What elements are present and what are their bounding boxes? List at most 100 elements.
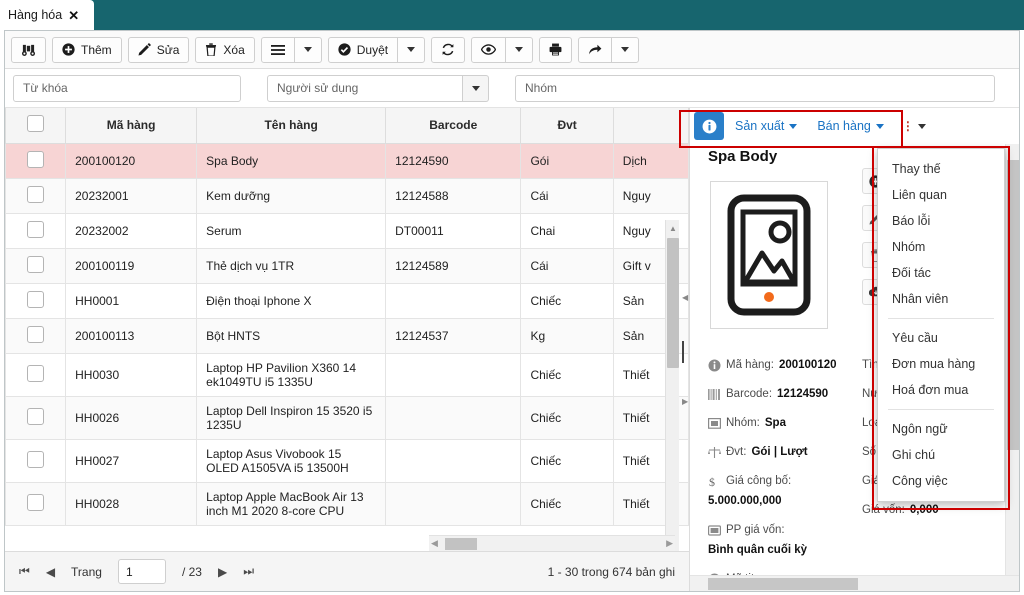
row-checkbox-cell[interactable] xyxy=(5,439,67,483)
splitter-left-arrow[interactable]: ◀ xyxy=(682,293,688,302)
grid-horizontal-scrollbar[interactable]: ◀ ▶ xyxy=(429,535,675,551)
table-row[interactable]: 200100113 Bột HNTS 12124537 Kg Sản xyxy=(5,318,689,354)
row-checkbox[interactable] xyxy=(27,255,45,273)
row-checkbox-cell[interactable] xyxy=(5,353,67,397)
row-checkbox[interactable] xyxy=(27,450,45,468)
product-image-placeholder[interactable] xyxy=(710,181,828,329)
header-loai[interactable] xyxy=(612,108,689,144)
row-checkbox[interactable] xyxy=(27,185,45,203)
user-select-input[interactable]: Người sử dụng xyxy=(267,74,463,102)
last-page-icon[interactable]: ⏭ xyxy=(243,564,254,579)
row-checkbox-cell[interactable] xyxy=(5,143,67,179)
select-all-checkbox[interactable] xyxy=(27,115,45,133)
record-summary: 1 - 30 trong 674 bản ghi xyxy=(547,564,675,579)
page-number-input[interactable]: 1 xyxy=(117,559,166,584)
menu-item[interactable]: Công việc xyxy=(878,468,1004,494)
table-row[interactable]: 20232001 Kem dưỡng 12124588 Cái Nguy xyxy=(5,178,689,214)
info-button[interactable] xyxy=(694,112,724,140)
add-button[interactable]: Thêm xyxy=(52,36,122,63)
scroll-up-icon[interactable]: ▲ xyxy=(666,220,680,236)
share-dropdown-button[interactable] xyxy=(611,36,640,63)
splitter-handle[interactable] xyxy=(682,341,684,363)
row-checkbox[interactable] xyxy=(27,150,45,168)
approve-dropdown-button[interactable] xyxy=(397,36,426,63)
hscroll-left-icon[interactable]: ◀ xyxy=(431,538,438,549)
menu-item[interactable]: Đơn mua hàng xyxy=(878,351,1004,377)
hscroll-right-icon[interactable]: ▶ xyxy=(666,538,673,549)
edit-button[interactable]: Sửa xyxy=(127,36,190,63)
search-button[interactable] xyxy=(11,36,46,63)
header-barcode[interactable]: Barcode xyxy=(385,108,522,144)
row-checkbox-cell[interactable] xyxy=(5,283,67,319)
share-button[interactable] xyxy=(578,36,613,63)
next-page-icon[interactable]: ▶ xyxy=(218,565,227,579)
row-checkbox-cell[interactable] xyxy=(5,318,67,354)
splitter-right-arrow[interactable]: ▶ xyxy=(682,397,688,406)
table-row[interactable]: HH0001 Điện thoại Iphone X Chiếc Sản xyxy=(5,283,689,319)
menu-item[interactable]: Đối tác xyxy=(878,260,1004,286)
table-row[interactable]: HH0028 Laptop Apple MacBook Air 13 inch M… xyxy=(5,482,689,526)
row-checkbox-cell[interactable] xyxy=(5,396,67,440)
hamburger-dropdown-button[interactable] xyxy=(293,36,322,63)
detail-vscroll-thumb[interactable] xyxy=(1007,160,1019,450)
row-checkbox[interactable] xyxy=(27,364,45,382)
refresh-button[interactable] xyxy=(431,36,466,63)
header-ten-hang[interactable]: Tên hàng xyxy=(196,108,387,144)
close-icon[interactable]: ✕ xyxy=(68,9,79,22)
tab-hang-hoa[interactable]: Hàng hóa ✕ xyxy=(0,0,94,30)
delete-button[interactable]: Xóa xyxy=(195,36,255,63)
grid-vscroll-thumb[interactable] xyxy=(667,238,679,368)
approve-button[interactable]: Duyệt xyxy=(327,36,399,63)
menu-item[interactable]: Liên quan xyxy=(878,182,1004,208)
group-input[interactable]: Nhóm xyxy=(515,74,995,102)
row-checkbox-cell[interactable] xyxy=(5,178,67,214)
header-ma-hang[interactable]: Mã hàng xyxy=(65,108,198,144)
grid-hscroll-thumb[interactable] xyxy=(445,538,477,550)
row-checkbox-cell[interactable] xyxy=(5,213,67,249)
kebab-menu-button[interactable]: ⋮ xyxy=(895,114,933,138)
detail-hscroll-thumb[interactable] xyxy=(708,578,858,590)
search-input[interactable]: Từ khóa xyxy=(13,74,241,102)
grid-vertical-scrollbar[interactable]: ▲ ▼ xyxy=(665,220,679,551)
row-checkbox[interactable] xyxy=(27,220,45,238)
row-checkbox[interactable] xyxy=(27,493,45,511)
row-checkbox[interactable] xyxy=(27,325,45,343)
detail-field-label: Mã hàng: xyxy=(726,359,774,371)
table-row[interactable]: 20232002 Serum DT00011 Chai Nguy xyxy=(5,213,689,249)
detail-field-row: PP giá vốn: Bình quân cuối kỳ xyxy=(708,523,858,558)
menu-item[interactable]: Ngôn ngữ xyxy=(878,416,1004,442)
menu-item[interactable]: Nhân viên xyxy=(878,286,1004,312)
row-checkbox-cell[interactable] xyxy=(5,482,67,526)
menu-item[interactable]: Ghi chú xyxy=(878,442,1004,468)
header-dvt[interactable]: Đvt xyxy=(520,108,614,144)
detail-vertical-scrollbar[interactable] xyxy=(1005,144,1019,575)
panel-splitter[interactable]: ◀ ▶ xyxy=(681,293,689,443)
products-grid: Mã hàng Tên hàng Barcode Đvt 200100120 Sp… xyxy=(5,108,689,551)
menu-group-3: Ngôn ngữ Ghi chú Công việc xyxy=(878,416,1004,494)
group-icon xyxy=(708,417,721,430)
row-checkbox[interactable] xyxy=(27,290,45,308)
menu-item[interactable]: Hoá đơn mua xyxy=(878,377,1004,403)
menu-item[interactable]: Yêu cầu xyxy=(878,325,1004,351)
menu-item[interactable]: Nhóm xyxy=(878,234,1004,260)
menu-item[interactable]: Báo lỗi xyxy=(878,208,1004,234)
hamburger-menu-button[interactable] xyxy=(260,36,295,63)
first-page-icon[interactable]: ⏮ xyxy=(19,564,30,579)
table-row[interactable]: HH0026 Laptop Dell Inspiron 15 3520 i5 12… xyxy=(5,396,689,440)
print-button[interactable] xyxy=(539,36,573,63)
table-row[interactable]: HH0030 Laptop HP Pavilion X360 14 ek1049T… xyxy=(5,353,689,397)
row-checkbox-cell[interactable] xyxy=(5,248,67,284)
tab-ban-hang[interactable]: Bán hàng xyxy=(808,119,893,133)
detail-horizontal-scrollbar[interactable] xyxy=(690,575,1019,591)
view-button[interactable] xyxy=(471,36,507,63)
tab-san-xuat[interactable]: Sản xuất xyxy=(726,119,806,133)
view-dropdown-button[interactable] xyxy=(505,36,534,63)
table-row[interactable]: HH0027 Laptop Asus Vivobook 15 OLED A1505… xyxy=(5,439,689,483)
prev-page-icon[interactable]: ◀ xyxy=(46,565,55,579)
user-select-dropdown-button[interactable] xyxy=(463,74,489,102)
menu-item[interactable]: Thay thế xyxy=(878,156,1004,182)
table-row[interactable]: 200100120 Spa Body 12124590 Gói Dịch xyxy=(5,143,689,179)
row-checkbox[interactable] xyxy=(27,407,45,425)
table-row[interactable]: 200100119 Thẻ dịch vụ 1TR 12124589 Cái Gift … xyxy=(5,248,689,284)
header-select-all[interactable] xyxy=(5,108,67,144)
